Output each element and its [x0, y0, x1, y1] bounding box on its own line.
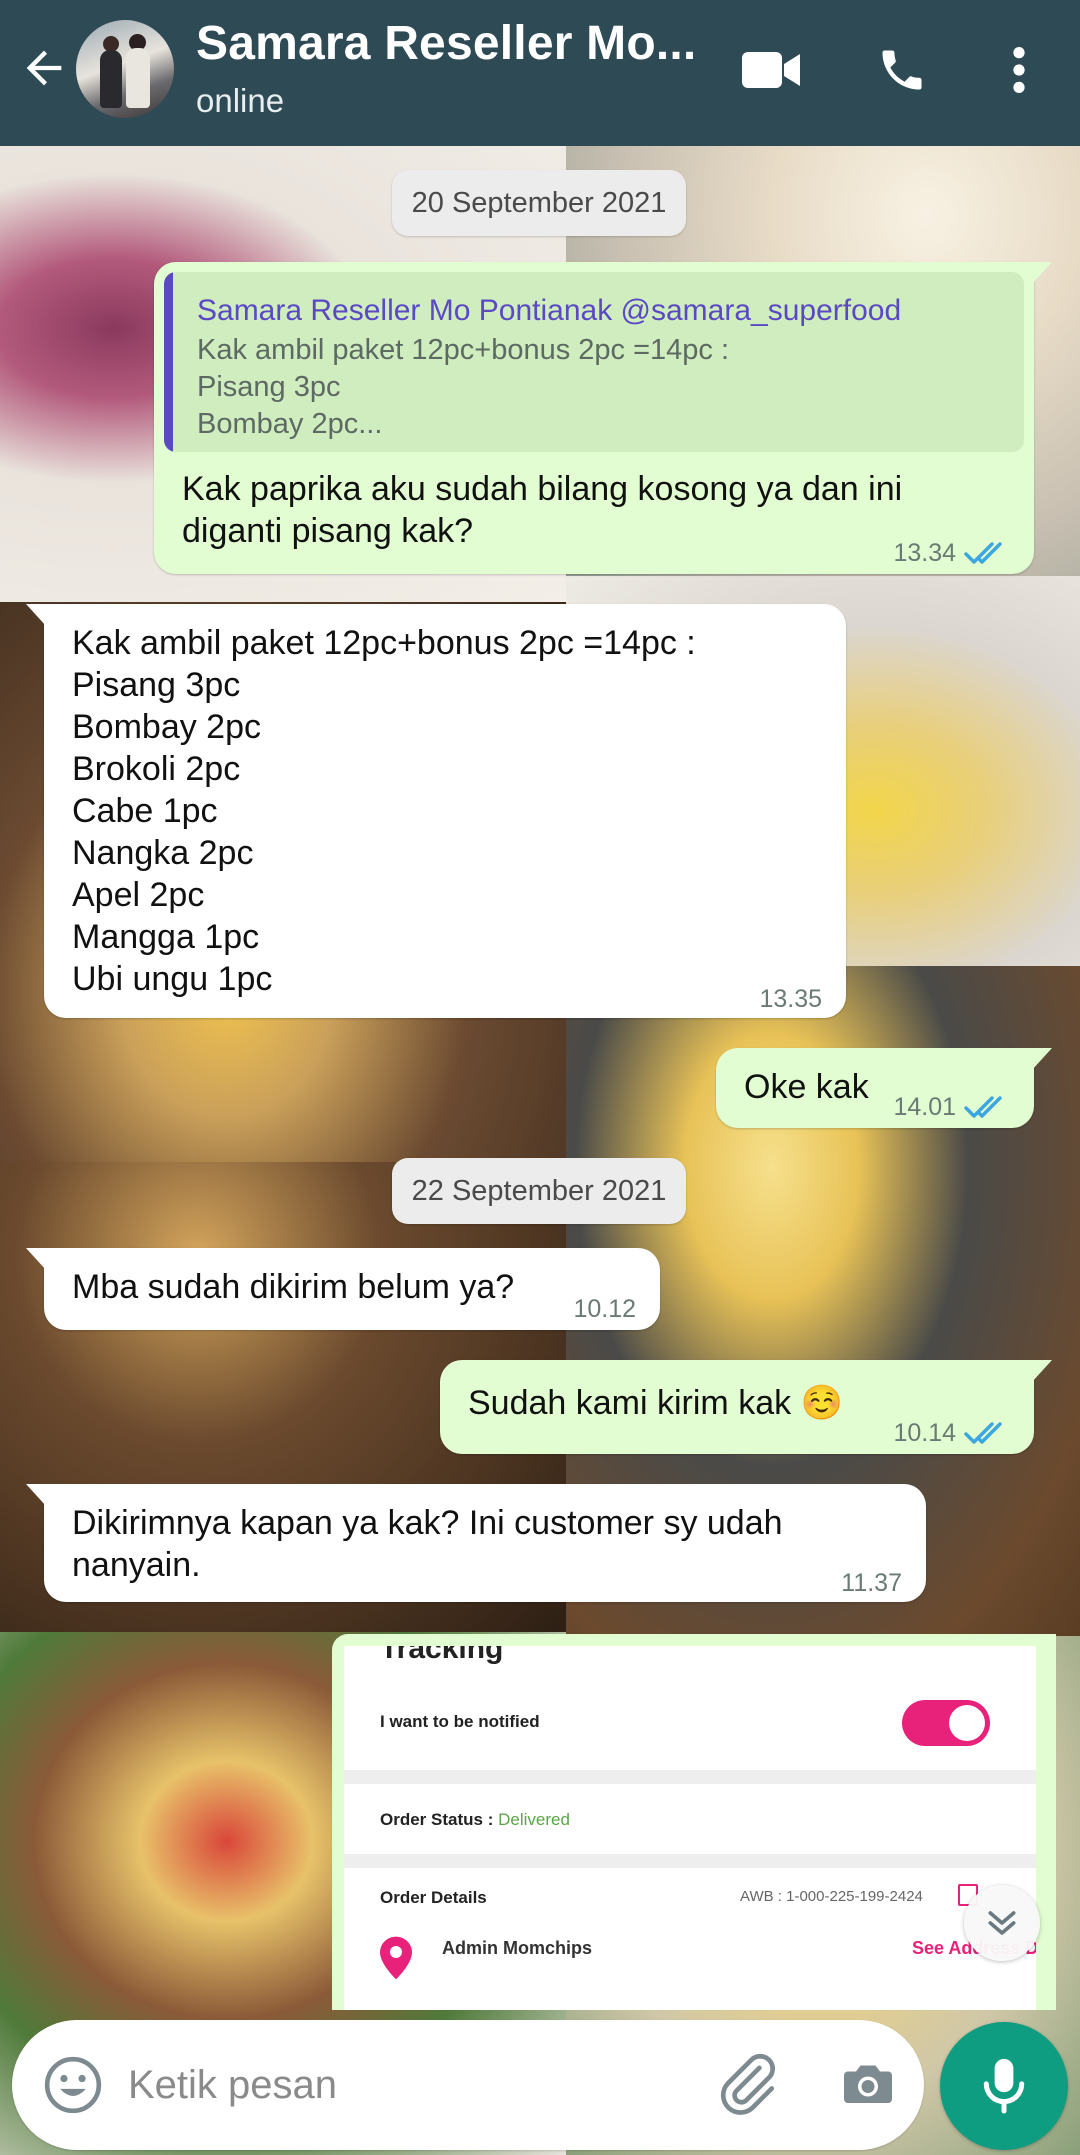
back-arrow-icon[interactable] — [18, 42, 70, 94]
more-options-icon[interactable] — [1004, 44, 1034, 96]
message-text: Dikirimnya kapan ya kak? Ini customer sy… — [72, 1504, 783, 1584]
message-composer — [12, 2020, 924, 2150]
message-text: Oke kak — [744, 1068, 869, 1106]
incoming-message[interactable]: Kak ambil paket 12pc+bonus 2pc =14pc : P… — [26, 604, 846, 1020]
quote-author: Samara Reseller Mo Pontianak @samara_sup… — [197, 294, 902, 327]
message-time: 13.35 — [759, 985, 822, 1013]
contact-name[interactable]: Samara Reseller Mo... — [196, 16, 696, 71]
message-meta: 10.14 — [893, 1412, 1010, 1454]
message-time: 14.01 — [893, 1093, 956, 1121]
message-meta: 14.01 — [893, 1086, 1010, 1128]
message-time: 10.12 — [573, 1295, 636, 1323]
incoming-message[interactable]: Dikirimnya kapan ya kak? Ini customer sy… — [26, 1484, 926, 1604]
order-status-label: Order Status : — [380, 1810, 494, 1829]
camera-icon[interactable] — [838, 2054, 898, 2114]
scroll-down-button[interactable] — [964, 1885, 1040, 1961]
date-separator: 20 September 2021 — [392, 170, 686, 236]
image-message[interactable]: Tracking I want to be notified Order Sta… — [332, 1634, 1056, 2010]
message-text: Sudah kami kirim kak ☺️ — [468, 1384, 843, 1422]
location-pin-icon — [380, 1936, 412, 1980]
message-time: 10.14 — [893, 1419, 956, 1447]
message-input[interactable] — [128, 2050, 688, 2120]
divider — [344, 1854, 1036, 1868]
message-text: Mba sudah dikirim belum ya? — [72, 1268, 515, 1306]
quote-text: Kak ambil paket 12pc+bonus 2pc =14pc : P… — [197, 334, 730, 440]
chat-header: Samara Reseller Mo... online — [0, 0, 1080, 146]
emoji-icon[interactable] — [42, 2054, 104, 2116]
contact-status: online — [196, 82, 285, 119]
message-text: Kak paprika aku sudah bilang kosong ya d… — [182, 470, 903, 550]
voice-call-icon[interactable] — [876, 44, 928, 96]
outgoing-message[interactable]: Samara Reseller Mo Pontianak @samara_sup… — [154, 262, 1052, 574]
notify-label: I want to be notified — [380, 1712, 540, 1731]
double-check-icon — [964, 1422, 1002, 1444]
incoming-message[interactable]: Mba sudah dikirim belum ya? 10.12 — [26, 1248, 660, 1330]
video-call-icon[interactable] — [742, 48, 802, 92]
mic-button[interactable] — [940, 2022, 1068, 2150]
quote-accent-bar — [164, 272, 173, 452]
quoted-message[interactable]: Samara Reseller Mo Pontianak @samara_sup… — [164, 272, 1024, 452]
scroll-down-icon — [988, 1911, 1016, 1935]
date-separator: 22 September 2021 — [392, 1158, 686, 1224]
order-status: Order Status : Delivered — [380, 1810, 570, 1830]
attach-icon[interactable] — [714, 2050, 780, 2116]
message-meta: 11.37 — [841, 1562, 902, 1604]
order-status-value: Delivered — [498, 1810, 570, 1829]
double-check-icon — [964, 542, 1002, 564]
divider — [344, 1770, 1036, 1784]
contact-avatar[interactable] — [76, 20, 174, 118]
notify-toggle — [902, 1700, 990, 1746]
message-time: 11.37 — [841, 1569, 902, 1597]
recipient-name: Admin Momchips — [442, 1938, 593, 1958]
message-text: Kak ambil paket 12pc+bonus 2pc =14pc : P… — [72, 624, 696, 998]
message-meta: 13.35 — [759, 978, 822, 1020]
message-meta: 13.34 — [893, 532, 1010, 574]
order-details-label: Order Details — [380, 1888, 487, 1907]
double-check-icon — [964, 1096, 1002, 1118]
mic-icon — [983, 2058, 1025, 2114]
awb-number: AWB : 1-000-225-199-2424 — [740, 1888, 923, 1905]
outgoing-message[interactable]: Oke kak 14.01 — [716, 1048, 1052, 1128]
tracking-heading: Tracking — [380, 1646, 504, 1665]
message-meta: 10.12 — [573, 1288, 636, 1330]
outgoing-message[interactable]: Sudah kami kirim kak ☺️ 10.14 — [440, 1360, 1052, 1454]
tracking-screenshot[interactable]: Tracking I want to be notified Order Sta… — [344, 1646, 1036, 2010]
message-time: 13.34 — [893, 539, 956, 567]
